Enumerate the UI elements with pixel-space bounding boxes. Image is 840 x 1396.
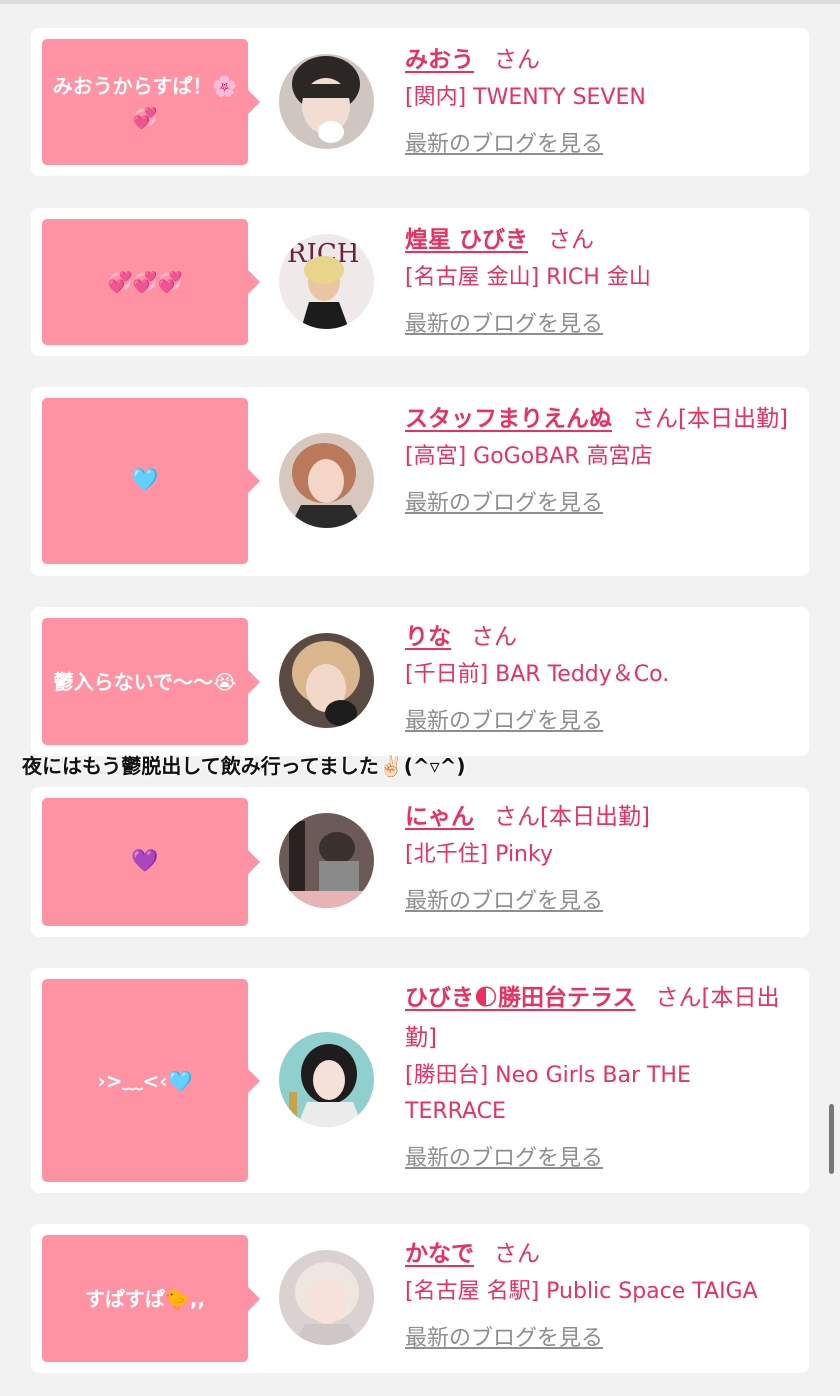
avatar[interactable] bbox=[279, 1250, 374, 1345]
blog-card[interactable]: 💜 にゃん さん[本日出勤] [北千住] Pinky 最新のブログを見る bbox=[31, 787, 809, 937]
latest-blog-link[interactable]: 最新のブログを見る bbox=[405, 489, 603, 519]
shop-name: [北千住] Pinky bbox=[405, 842, 553, 867]
avatar[interactable] bbox=[279, 54, 374, 149]
blog-card[interactable]: ›>﹏<‹🩵 ひびき🌓勝田台テラス さん[本日出勤] [勝田台] Neo Girl… bbox=[31, 968, 809, 1193]
latest-blog-link[interactable]: 最新のブログを見る bbox=[405, 1144, 603, 1174]
avatar[interactable] bbox=[279, 813, 374, 908]
honorific: さん[本日出勤] bbox=[494, 804, 650, 830]
message-text: みおうからすぱ！🌸💞 bbox=[52, 74, 238, 130]
message-bubble: みおうからすぱ！🌸💞 bbox=[42, 39, 248, 165]
card-info: りな さん [千日前] BAR Teddy＆Co. 最新のブログを見る bbox=[405, 617, 789, 737]
card-info: スタッフまりえんぬ さん[本日出勤] [高宮] GoGoBAR 高宮店 最新のブロ… bbox=[405, 399, 789, 519]
card-info: ひびき🌓勝田台テラス さん[本日出勤] [勝田台] Neo Girls Bar T… bbox=[405, 978, 789, 1174]
latest-blog-link[interactable]: 最新のブログを見る bbox=[405, 1324, 603, 1354]
honorific: さん bbox=[494, 47, 540, 73]
user-name-link[interactable]: 煌星 ひびき bbox=[405, 227, 528, 253]
honorific: さん bbox=[494, 1241, 540, 1267]
message-text: 鬱入らないで〜〜😭 bbox=[53, 669, 237, 694]
user-name-link[interactable]: かなで bbox=[405, 1241, 474, 1267]
shop-name: [名古屋 名駅] Public Space TAIGA bbox=[405, 1279, 758, 1304]
latest-blog-link[interactable]: 最新のブログを見る bbox=[405, 130, 603, 160]
latest-blog-link[interactable]: 最新のブログを見る bbox=[405, 310, 603, 340]
avatar[interactable]: RICH bbox=[279, 234, 374, 329]
overlay-caption: 夜にはもう鬱脱出して飲み行ってました✌🏻(^▿^) bbox=[22, 754, 466, 778]
honorific: さん bbox=[471, 624, 517, 650]
blog-card[interactable]: 🩵 スタッフまりえんぬ さん[本日出勤] [高宮] GoGoBAR 高宮店 最新の… bbox=[31, 387, 809, 576]
message-text: 🩵 bbox=[131, 468, 159, 493]
user-name-link[interactable]: にゃん bbox=[405, 804, 474, 830]
message-bubble: 鬱入らないで〜〜😭 bbox=[42, 618, 248, 745]
blog-card[interactable]: すぱすぱ🐤,, かなで さん [名古屋 名駅] Public Space TAIG… bbox=[31, 1224, 809, 1373]
card-info: かなで さん [名古屋 名駅] Public Space TAIGA 最新のブログ… bbox=[405, 1234, 789, 1354]
latest-blog-link[interactable]: 最新のブログを見る bbox=[405, 887, 603, 917]
avatar[interactable] bbox=[279, 1032, 374, 1127]
card-info: 煌星 ひびき さん [名古屋 金山] RICH 金山 最新のブログを見る bbox=[405, 220, 789, 340]
message-text: 💞💞💞 bbox=[107, 270, 183, 294]
avatar[interactable] bbox=[279, 433, 374, 528]
avatar[interactable] bbox=[279, 633, 374, 728]
user-name-link[interactable]: ひびき🌓勝田台テラス bbox=[405, 985, 636, 1011]
card-info: みおう さん [関内] TWENTY SEVEN 最新のブログを見る bbox=[405, 40, 789, 160]
latest-blog-link[interactable]: 最新のブログを見る bbox=[405, 707, 603, 737]
shop-name: [高宮] GoGoBAR 高宮店 bbox=[405, 444, 653, 469]
user-name-link[interactable]: りな bbox=[405, 624, 451, 650]
message-text: すぱすぱ🐤,, bbox=[84, 1286, 206, 1311]
blog-card[interactable]: 鬱入らないで〜〜😭 りな さん [千日前] BAR Teddy＆Co. 最新のブロ… bbox=[31, 607, 809, 756]
user-name-link[interactable]: スタッフまりえんぬ bbox=[405, 406, 612, 432]
honorific: さん[本日出勤] bbox=[632, 406, 788, 432]
message-bubble: ›>﹏<‹🩵 bbox=[42, 979, 248, 1182]
message-text: 💜 bbox=[131, 849, 159, 874]
shop-name: [千日前] BAR Teddy＆Co. bbox=[405, 662, 670, 687]
shop-name: [勝田台] Neo Girls Bar THE TERRACE bbox=[405, 1063, 691, 1124]
card-info: にゃん さん[本日出勤] [北千住] Pinky 最新のブログを見る bbox=[405, 797, 789, 917]
scrollbar[interactable] bbox=[829, 1104, 834, 1174]
honorific: さん bbox=[548, 227, 595, 253]
message-bubble: 💞💞💞 bbox=[42, 219, 248, 345]
message-bubble: すぱすぱ🐤,, bbox=[42, 1235, 248, 1362]
message-text: ›>﹏<‹🩵 bbox=[97, 1068, 193, 1093]
message-bubble: 🩵 bbox=[42, 398, 248, 564]
top-divider bbox=[0, 0, 840, 4]
shop-name: [名古屋 金山] RICH 金山 bbox=[405, 265, 651, 290]
user-name-link[interactable]: みおう bbox=[405, 47, 474, 73]
blog-card[interactable]: みおうからすぱ！🌸💞 みおう さん [関内] TWENTY SEVEN 最新のブロ… bbox=[31, 28, 809, 176]
shop-name: [関内] TWENTY SEVEN bbox=[405, 85, 646, 110]
blog-card[interactable]: 💞💞💞 RICH 煌星 ひびき さん [名古屋 金山] RICH 金山 最新のブロ… bbox=[31, 208, 809, 356]
message-bubble: 💜 bbox=[42, 798, 248, 926]
